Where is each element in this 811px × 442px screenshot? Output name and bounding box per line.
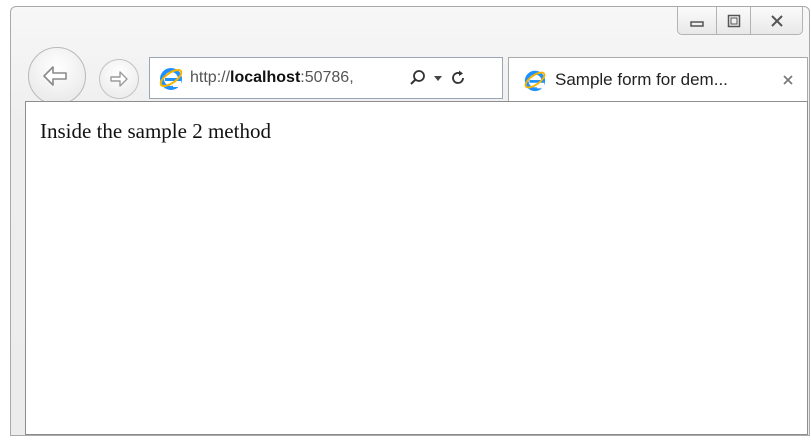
address-bar[interactable]: http://localhost:50786,: [149, 57, 503, 99]
window-controls: [677, 7, 803, 37]
url-port: :50786,: [300, 69, 354, 86]
url-text[interactable]: http://localhost:50786,: [190, 69, 400, 87]
restore-icon: [727, 14, 740, 27]
address-bar-actions: [406, 69, 470, 87]
forward-arrow-icon: [110, 71, 128, 87]
search-icon: [410, 70, 425, 85]
url-scheme: http://: [190, 69, 231, 86]
internet-explorer-icon: [159, 68, 183, 90]
tab-title: Sample form for dem...: [555, 69, 728, 89]
chevron-down-icon: [434, 76, 442, 81]
refresh-icon: [452, 70, 464, 84]
dropdown-button[interactable]: [433, 73, 443, 83]
tab-favicon-icon: [524, 70, 546, 91]
minimize-icon: [690, 20, 704, 27]
page-content: Inside the sample 2 method: [25, 101, 808, 435]
back-button[interactable]: [28, 47, 86, 105]
back-arrow-icon: [43, 66, 67, 86]
refresh-button[interactable]: [449, 69, 467, 87]
forward-button[interactable]: [99, 59, 139, 99]
tab-close-button[interactable]: [781, 73, 795, 87]
tab-sample-form[interactable]: Sample form for dem...: [508, 57, 808, 101]
minimize-button[interactable]: [677, 7, 717, 35]
close-icon: [770, 14, 783, 27]
close-icon: [783, 74, 793, 85]
close-button[interactable]: [751, 7, 803, 35]
search-button[interactable]: [409, 69, 427, 87]
browser-window: http://localhost:50786, Sample form for …: [10, 6, 810, 436]
url-host: localhost: [230, 69, 301, 86]
page-message: Inside the sample 2 method: [40, 119, 271, 143]
maximize-button[interactable]: [717, 7, 751, 35]
